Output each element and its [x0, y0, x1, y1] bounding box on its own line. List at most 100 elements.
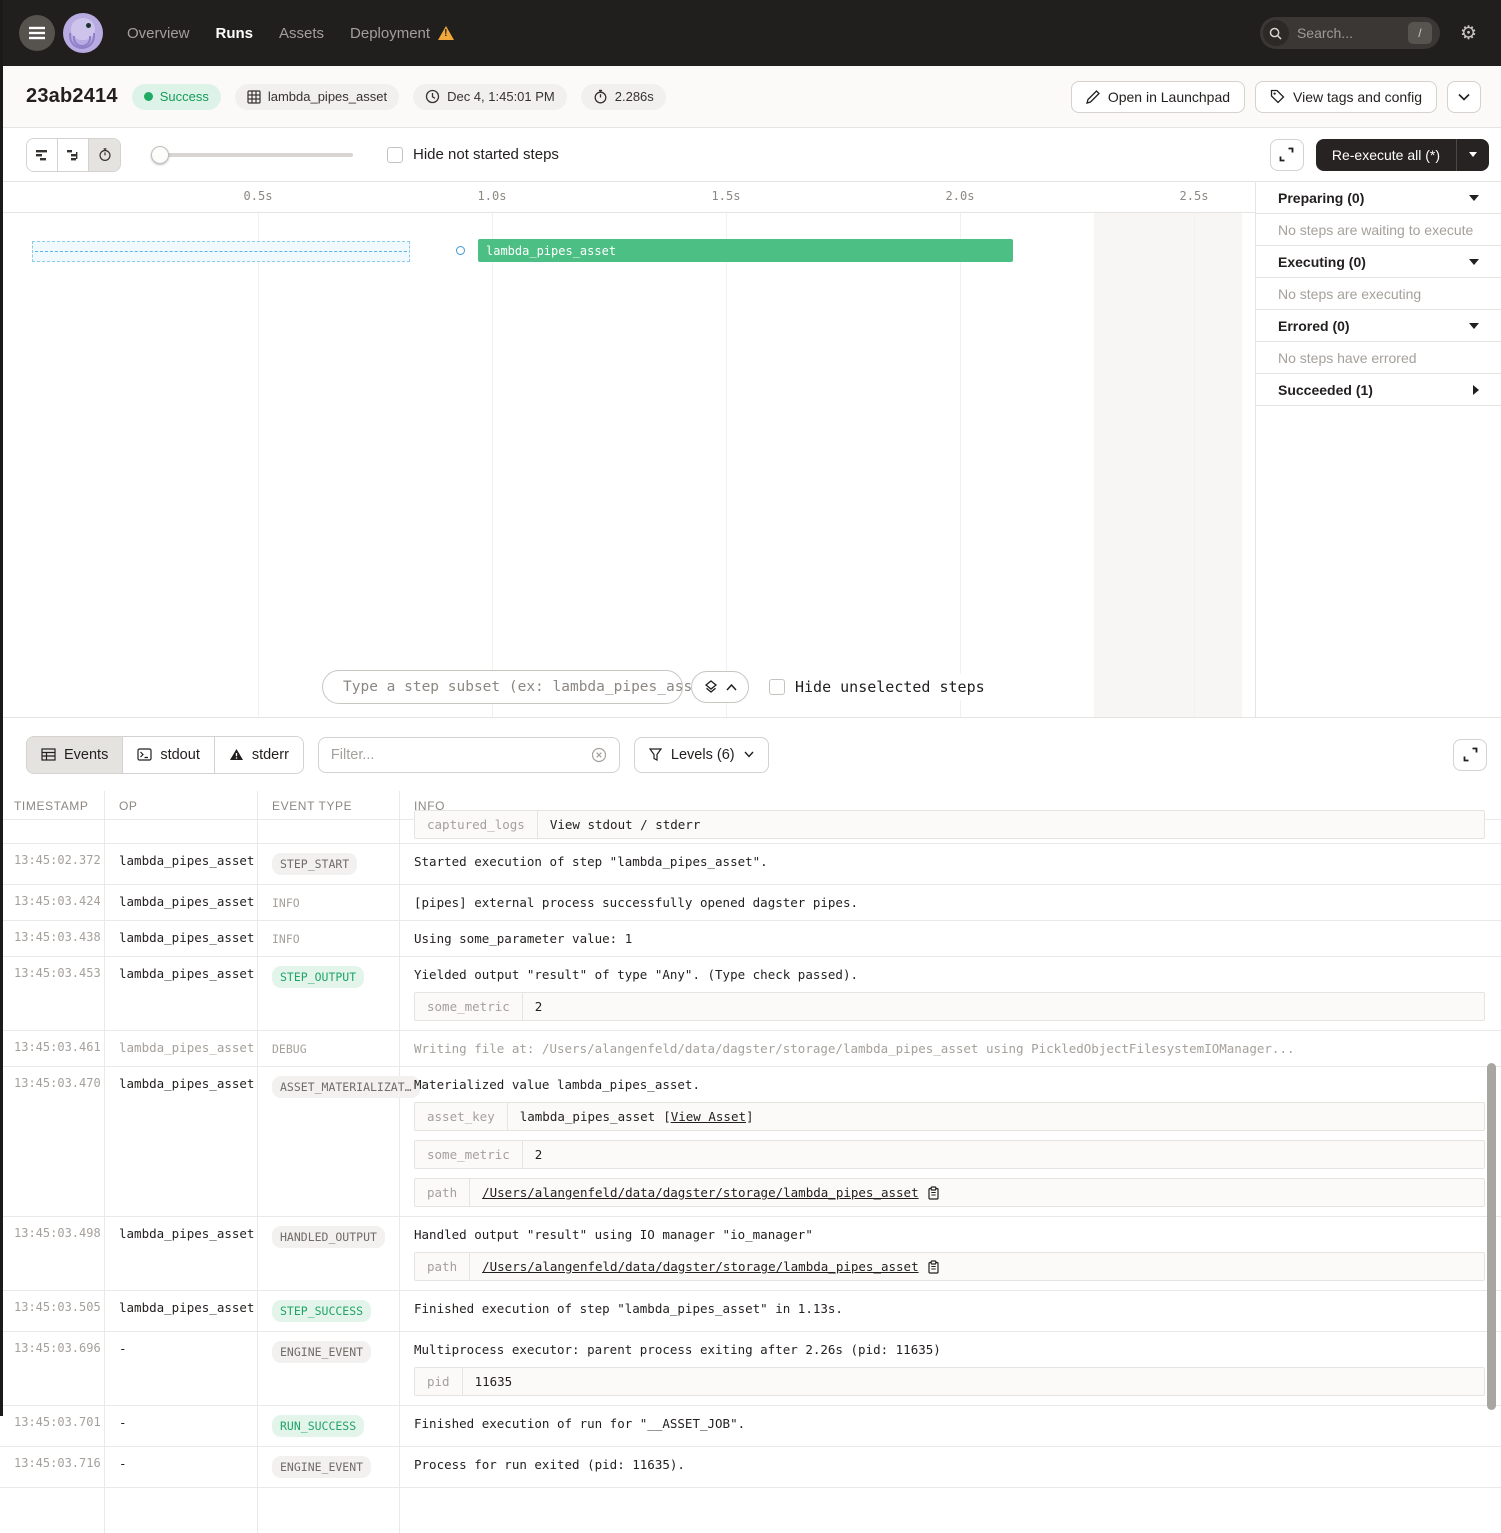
- waterfall-view-icon: [66, 149, 80, 161]
- duration-badge: 2.286s: [581, 84, 666, 110]
- reexecute-dropdown-button[interactable]: [1457, 152, 1489, 157]
- caret-down-icon: [1469, 259, 1479, 265]
- metadata-path-link[interactable]: /Users/alangenfeld/data/dagster/storage/…: [482, 1184, 919, 1201]
- log-row[interactable]: 13:45:03.438lambda_pipes_assetINFOUsing …: [0, 920, 1501, 956]
- run-id: 23ab2414: [26, 85, 118, 108]
- clear-filter-icon[interactable]: [591, 747, 607, 763]
- log-toolbar: Eventsstdoutstderr Filter... Levels (6): [0, 718, 1501, 791]
- terminal-icon: [137, 748, 152, 761]
- sidebar-section-succeeded[interactable]: Succeeded (1): [1256, 374, 1501, 406]
- log-table-filler: [0, 1487, 1501, 1533]
- view-mode-flat-button[interactable]: [27, 139, 58, 171]
- log-row[interactable]: 13:45:03.498lambda_pipes_assetHANDLED_OU…: [0, 1216, 1501, 1290]
- hide-unselected-checkbox-row[interactable]: Hide unselected steps: [763, 674, 991, 700]
- log-fullscreen-button[interactable]: [1453, 739, 1487, 771]
- log-filter-input[interactable]: Filter...: [318, 737, 620, 773]
- log-row[interactable]: 13:45:03.424lambda_pipes_assetINFO[pipes…: [0, 884, 1501, 920]
- copy-icon[interactable]: [927, 1186, 940, 1200]
- settings-gear-icon[interactable]: ⚙: [1460, 22, 1477, 45]
- sidebar-section-errored[interactable]: Errored (0): [1256, 310, 1501, 342]
- nav-item-overview[interactable]: Overview: [127, 25, 190, 42]
- dagster-logo-icon[interactable]: [63, 13, 103, 53]
- step-subset-input[interactable]: Type a step subset (ex: lambda_pipes_ass…: [322, 670, 683, 704]
- timed-view-icon: [98, 147, 112, 162]
- sidebar-section-preparing[interactable]: Preparing (0): [1256, 182, 1501, 214]
- global-search-input[interactable]: Search... /: [1260, 17, 1440, 49]
- hamburger-icon: [28, 26, 46, 40]
- gantt-bottom-toolbar: Type a step subset (ex: lambda_pipes_ass…: [0, 669, 1255, 705]
- tab-events[interactable]: Events: [27, 737, 123, 773]
- expand-icon: [1463, 747, 1478, 762]
- gantt-after-run-shade: [1094, 213, 1242, 717]
- event-type-label: INFO: [272, 930, 300, 946]
- nav-item-runs[interactable]: Runs: [216, 25, 254, 42]
- log-row[interactable]: 13:45:03.696-ENGINE_EVENTMultiprocess ex…: [0, 1331, 1501, 1405]
- view-tags-config-button[interactable]: View tags and config: [1255, 81, 1437, 113]
- sidebar-section-executing[interactable]: Executing (0): [1256, 246, 1501, 278]
- slider-thumb[interactable]: [151, 146, 169, 164]
- hide-not-started-checkbox-row[interactable]: Hide not started steps: [387, 146, 559, 163]
- chevron-down-icon: [1458, 93, 1470, 101]
- view-asset-link[interactable]: View Asset: [671, 1109, 746, 1124]
- flat-view-icon: [35, 149, 49, 161]
- log-row[interactable]: 13:45:03.470lambda_pipes_assetASSET_MATE…: [0, 1066, 1501, 1216]
- gantt-chart: 0.5s1.0s1.5s2.0s2.5s lambda_pipes_asset …: [0, 182, 1255, 717]
- caret-down-icon: [1469, 323, 1479, 329]
- metadata-entry: path/Users/alangenfeld/data/dagster/stor…: [414, 1178, 1485, 1207]
- event-type-badge: STEP_START: [272, 853, 357, 875]
- log-row[interactable]: 13:45:03.453lambda_pipes_assetSTEP_OUTPU…: [0, 956, 1501, 1030]
- search-placeholder: Search...: [1297, 25, 1408, 41]
- sidebar-section-empty-message: No steps have errored: [1256, 342, 1501, 374]
- run-actions-dropdown-button[interactable]: [1447, 81, 1481, 113]
- chevron-up-icon: [726, 684, 737, 691]
- tab-stdout[interactable]: stdout: [123, 737, 215, 773]
- funnel-icon: [649, 748, 662, 761]
- nav-item-assets[interactable]: Assets: [279, 25, 324, 42]
- metadata-entry: path/Users/alangenfeld/data/dagster/stor…: [414, 1252, 1485, 1281]
- gantt-time-axis: 0.5s1.0s1.5s2.0s2.5s: [0, 182, 1255, 213]
- gantt-zoom-slider[interactable]: [153, 153, 353, 157]
- nav-item-deployment[interactable]: Deployment: [350, 25, 454, 42]
- metadata-path-link[interactable]: /Users/alangenfeld/data/dagster/storage/…: [482, 1258, 919, 1275]
- log-row[interactable]: captured_logsView stdout / stderr: [0, 819, 1501, 843]
- event-type-badge: ASSET_MATERIALIZAT…: [272, 1076, 420, 1098]
- event-type-badge: RUN_SUCCESS: [272, 1415, 364, 1437]
- view-mode-timed-button[interactable]: [89, 139, 120, 171]
- log-table: TIMESTAMPOPEVENT TYPEINFOcaptured_logsVi…: [0, 791, 1501, 1533]
- hide-unselected-checkbox[interactable]: [769, 679, 785, 695]
- reexecute-all-button[interactable]: Re-execute all (*): [1316, 139, 1489, 171]
- gantt-options-button[interactable]: [691, 671, 749, 703]
- sidebar-section-empty-message: No steps are waiting to execute: [1256, 214, 1501, 246]
- copy-icon[interactable]: [927, 1260, 940, 1274]
- log-scrollbar[interactable]: [1487, 1063, 1496, 1410]
- log-row[interactable]: 13:45:03.505lambda_pipes_assetSTEP_SUCCE…: [0, 1290, 1501, 1331]
- run-header: 23ab2414 Success lambda_pipes_asset Dec …: [0, 66, 1501, 128]
- job-name-tag[interactable]: lambda_pipes_asset: [235, 84, 399, 110]
- event-type-badge: STEP_SUCCESS: [272, 1300, 371, 1322]
- log-row[interactable]: 13:45:03.461lambda_pipes_assetDEBUGWriti…: [0, 1030, 1501, 1066]
- deployment-warning-icon: [438, 26, 454, 40]
- gantt-view-mode-group: [26, 138, 121, 172]
- log-section: Eventsstdoutstderr Filter... Levels (6) …: [0, 717, 1501, 1416]
- log-row[interactable]: 13:45:02.372lambda_pipes_assetSTEP_START…: [0, 843, 1501, 884]
- caret-right-icon: [1473, 385, 1479, 395]
- gantt-step-bar[interactable]: lambda_pipes_asset: [478, 239, 1013, 262]
- metadata-entry: captured_logsView stdout / stderr: [414, 810, 1485, 839]
- stopwatch-icon: [593, 89, 608, 104]
- log-row[interactable]: 13:45:03.716-ENGINE_EVENTProcess for run…: [0, 1446, 1501, 1487]
- tab-stderr[interactable]: stderr: [215, 737, 303, 773]
- sidebar-section-empty-message: No steps are executing: [1256, 278, 1501, 310]
- warning-icon: [229, 748, 244, 761]
- step-status-sidebar: Preparing (0)No steps are waiting to exe…: [1255, 182, 1501, 717]
- start-time-badge: Dec 4, 1:45:01 PM: [413, 84, 567, 110]
- log-row[interactable]: 13:45:03.701-RUN_SUCCESSFinished executi…: [0, 1405, 1501, 1446]
- event-type-label: INFO: [272, 894, 300, 910]
- levels-filter-button[interactable]: Levels (6): [634, 737, 769, 773]
- view-mode-waterfall-button[interactable]: [58, 139, 89, 171]
- gantt-fullscreen-button[interactable]: [1270, 139, 1304, 171]
- status-dot-icon: [144, 92, 153, 101]
- open-in-launchpad-button[interactable]: Open in Launchpad: [1071, 81, 1245, 113]
- hide-not-started-checkbox[interactable]: [387, 147, 403, 163]
- pencil-icon: [1086, 90, 1100, 104]
- hamburger-menu-button[interactable]: [19, 15, 55, 51]
